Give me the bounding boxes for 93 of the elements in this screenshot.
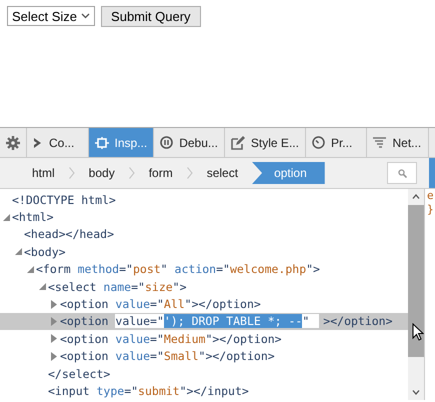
selected-tree-row[interactable]: <option value="'); DROP TABLE *; --" ></option> (0, 312, 408, 330)
pencil-icon (230, 136, 245, 150)
tag-text: </select> (48, 366, 110, 381)
tag-text: <body> (24, 244, 66, 259)
search-field[interactable] (387, 162, 417, 184)
chevron-icon (33, 136, 43, 148)
tree-row[interactable]: <option value="Small"></option> (0, 348, 408, 365)
side-panel-text: } (427, 203, 435, 217)
expanded-triangle-icon[interactable] (38, 283, 46, 290)
submit-button[interactable]: Submit Query (101, 6, 201, 27)
tree-row[interactable]: <option value="Medium"></option> (0, 330, 408, 348)
attribute-value: welcome.php (230, 262, 306, 276)
tree-row[interactable]: <head></head> (0, 226, 408, 244)
tag-text: "></option> (198, 349, 275, 364)
scroll-up-icon[interactable] (412, 194, 420, 198)
pause-icon (160, 136, 174, 149)
tag-text: =" (150, 332, 164, 346)
tree-row[interactable]: <body> (0, 243, 408, 261)
caret-icon (81, 13, 90, 19)
collapsed-triangle-icon[interactable] (51, 316, 57, 326)
tag-text: <html> (12, 210, 54, 224)
attribute-name: value (115, 297, 150, 312)
tag-text: =" (216, 262, 230, 276)
tag-text: <form (36, 262, 71, 276)
tree-row[interactable]: <!DOCTYPE html> (0, 191, 408, 208)
scrollbar[interactable] (408, 189, 424, 400)
tag-text: " (160, 262, 168, 276)
tag-text: <option (60, 332, 108, 346)
settings-icon[interactable] (6, 136, 20, 150)
tree-row[interactable]: </select> (0, 364, 408, 382)
tag-text: =" (131, 280, 145, 294)
tag-text: "></option> (184, 297, 261, 312)
attribute-name: method (78, 262, 120, 276)
devtools-tab[interactable]: Style E... (224, 128, 306, 157)
tag-text: "></option> (205, 332, 282, 346)
tree-row[interactable]: <html> (0, 208, 408, 226)
tag-text: =" (150, 297, 164, 312)
tree-row[interactable]: <form method="post" action="welcome.php"> (0, 260, 408, 278)
collapsed-triangle-icon[interactable] (51, 352, 57, 361)
attribute-name: action (174, 262, 216, 276)
attribute-value: Small (164, 349, 199, 364)
tag-text: =" (119, 262, 133, 276)
side-panel-text: e (427, 189, 435, 203)
devtools-tab[interactable]: Net... (367, 128, 430, 157)
mouse-pointer-icon (412, 323, 424, 341)
attribute-value: size (144, 280, 173, 294)
collapsed-triangle-icon[interactable] (51, 300, 57, 309)
attribute-value: submit (138, 384, 180, 398)
tag-text: <option (60, 297, 108, 312)
attribute-value: All (164, 297, 185, 312)
tag-text: <!DOCTYPE html> (12, 192, 116, 207)
attribute-name: type (96, 384, 124, 398)
tag-text: <input (48, 384, 90, 398)
tag-text: ></option> (323, 314, 393, 328)
expanded-triangle-icon[interactable] (14, 248, 22, 256)
gauge-icon (312, 136, 325, 149)
attribute-value: post (132, 262, 161, 276)
tree-row[interactable]: <input type="submit"></input> (0, 382, 408, 400)
breadcrumb[interactable]: html (18, 162, 69, 184)
attribute-name: name (103, 280, 132, 294)
tree-row[interactable]: <option value="All"></option> (0, 295, 408, 313)
tag-text: <option (60, 349, 108, 364)
breadcrumb[interactable]: form (134, 162, 187, 184)
chevron-separator-icon (68, 167, 75, 179)
tag-text: =" (124, 384, 138, 398)
inspector-icon (94, 136, 109, 148)
tag-text: =" (150, 349, 164, 364)
scrollbar-thumb[interactable] (408, 205, 424, 357)
attribute-value: Medium (164, 332, 206, 346)
tag-text: <select (48, 280, 96, 294)
chevron-separator-icon (186, 167, 193, 179)
tag-text: <head></head> (24, 227, 114, 242)
collapsed-triangle-icon[interactable] (51, 334, 57, 344)
breadcrumb[interactable]: body (74, 162, 129, 184)
attribute-name: value (115, 349, 150, 364)
network-icon (373, 136, 386, 148)
breadcrumb[interactable]: select (192, 162, 252, 184)
tag-text: "> (306, 262, 320, 276)
tag-text: "> (172, 280, 187, 294)
tree-row[interactable]: <select name="size"> (0, 278, 408, 296)
scroll-down-icon[interactable] (412, 390, 420, 396)
expanded-triangle-icon[interactable] (26, 266, 34, 273)
expanded-triangle-icon[interactable] (2, 214, 10, 221)
panel-edge-strip (429, 158, 435, 188)
tag-text: <option (60, 314, 108, 328)
chevron-separator-icon (128, 167, 135, 179)
attribute-name: value (115, 332, 150, 346)
size-select[interactable]: Select Size (7, 6, 96, 26)
tag-text: "></input> (180, 384, 249, 398)
devtools-tab[interactable]: Debu... (154, 128, 225, 157)
search-icon (398, 168, 406, 178)
attribute-edit-field[interactable]: value="'); DROP TABLE *; --" (115, 314, 320, 328)
devtools-tab[interactable]: Pr... (306, 128, 368, 157)
